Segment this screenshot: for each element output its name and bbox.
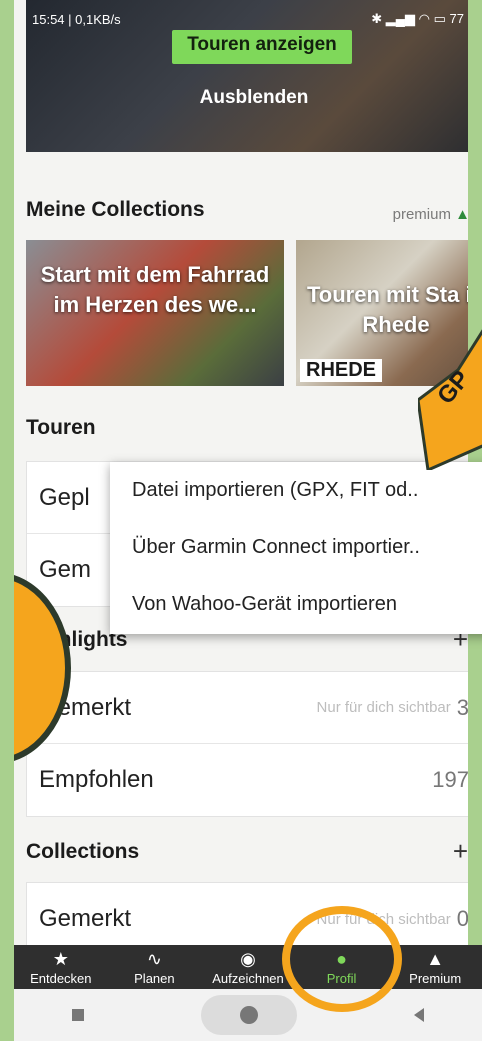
nav-plan[interactable]: ∿ Planen (108, 945, 202, 989)
collection-card-title: Start mit dem Fahrrad im Herzen des we..… (40, 262, 270, 317)
nav-premium[interactable]: ▲ Premium (388, 945, 482, 989)
phone-screen: Touren anzeigen Ausblenden 15:54 | 0,1KB… (14, 0, 482, 1041)
import-file-menu-item[interactable]: Datei importieren (GPX, FIT od.. (110, 462, 482, 519)
highlights-list: Gemerkt Nur für dich sichtbar 3 Empfohle… (26, 671, 482, 817)
nav-label: Premium (409, 970, 462, 986)
system-nav-bar (14, 989, 482, 1041)
list-item[interactable]: Empfohlen 197 (27, 744, 481, 816)
visibility-hint: Nur für dich sichtbar (316, 699, 451, 716)
premium-label: premium (392, 206, 451, 223)
wifi-icon: ◠ (418, 11, 430, 26)
item-count: 197 (432, 767, 469, 792)
row-label: Gemerkt (39, 905, 132, 932)
frame-left (0, 0, 14, 1041)
import-wahoo-menu-item[interactable]: Von Wahoo-Gerät importieren (110, 576, 482, 633)
tours-title: Touren (26, 416, 96, 439)
my-collections-title: Meine Collections (26, 198, 205, 221)
battery-icon: ▭ (433, 11, 446, 26)
status-time: 15:54 | 0,1KB/s (32, 11, 121, 27)
premium-icon: ▲ (426, 948, 445, 969)
bluetooth-icon: ✱ (371, 11, 383, 26)
import-menu: Datei importieren (GPX, FIT od.. Über Ga… (110, 462, 482, 634)
nav-discover[interactable]: ★ Entdecken (14, 945, 108, 989)
annotation-arrow-icon: GP (418, 329, 482, 470)
nav-record[interactable]: ◉ Aufzeichnen (201, 945, 295, 989)
list-item[interactable]: Gemerkt Nur für dich sichtbar 3 (27, 672, 481, 744)
star-icon: ★ (52, 948, 69, 969)
battery-level: 77 (449, 11, 464, 26)
row-label: Gepl (39, 483, 90, 511)
collections-title: Collections (26, 840, 140, 863)
route-icon: ∿ (146, 948, 162, 969)
row-label: Empfohlen (39, 766, 154, 793)
premium-link[interactable]: premium ▲ (393, 206, 470, 223)
status-icons: ✱ ▂▄▆ ◠ ▭ 77 (371, 11, 464, 27)
back-icon[interactable] (413, 1008, 424, 1022)
collection-card[interactable]: Start mit dem Fahrrad im Herzen des we..… (26, 240, 284, 386)
row-label: Gem (39, 556, 92, 583)
rhede-sign: RHEDE (300, 359, 383, 382)
annotation-ring (282, 906, 402, 1012)
recents-icon[interactable] (72, 1009, 85, 1021)
import-garmin-menu-item[interactable]: Über Garmin Connect importier.. (110, 519, 482, 576)
nav-label: Entdecken (30, 970, 92, 986)
hide-button[interactable]: Ausblenden (26, 87, 482, 109)
signal-icon: ▂▄▆ (385, 11, 416, 26)
home-icon (239, 1006, 258, 1024)
record-icon: ◉ (240, 948, 256, 969)
nav-label: Aufzeichnen (212, 970, 284, 986)
home-button[interactable] (200, 995, 297, 1035)
nav-label: Planen (134, 970, 175, 986)
status-bar: 15:54 | 0,1KB/s ✱ ▂▄▆ ◠ ▭ 77 (14, 0, 482, 38)
add-collection-icon[interactable]: + (453, 836, 468, 867)
bottom-nav: ★ Entdecken ∿ Planen ◉ Aufzeichnen ● Pro… (14, 945, 482, 989)
